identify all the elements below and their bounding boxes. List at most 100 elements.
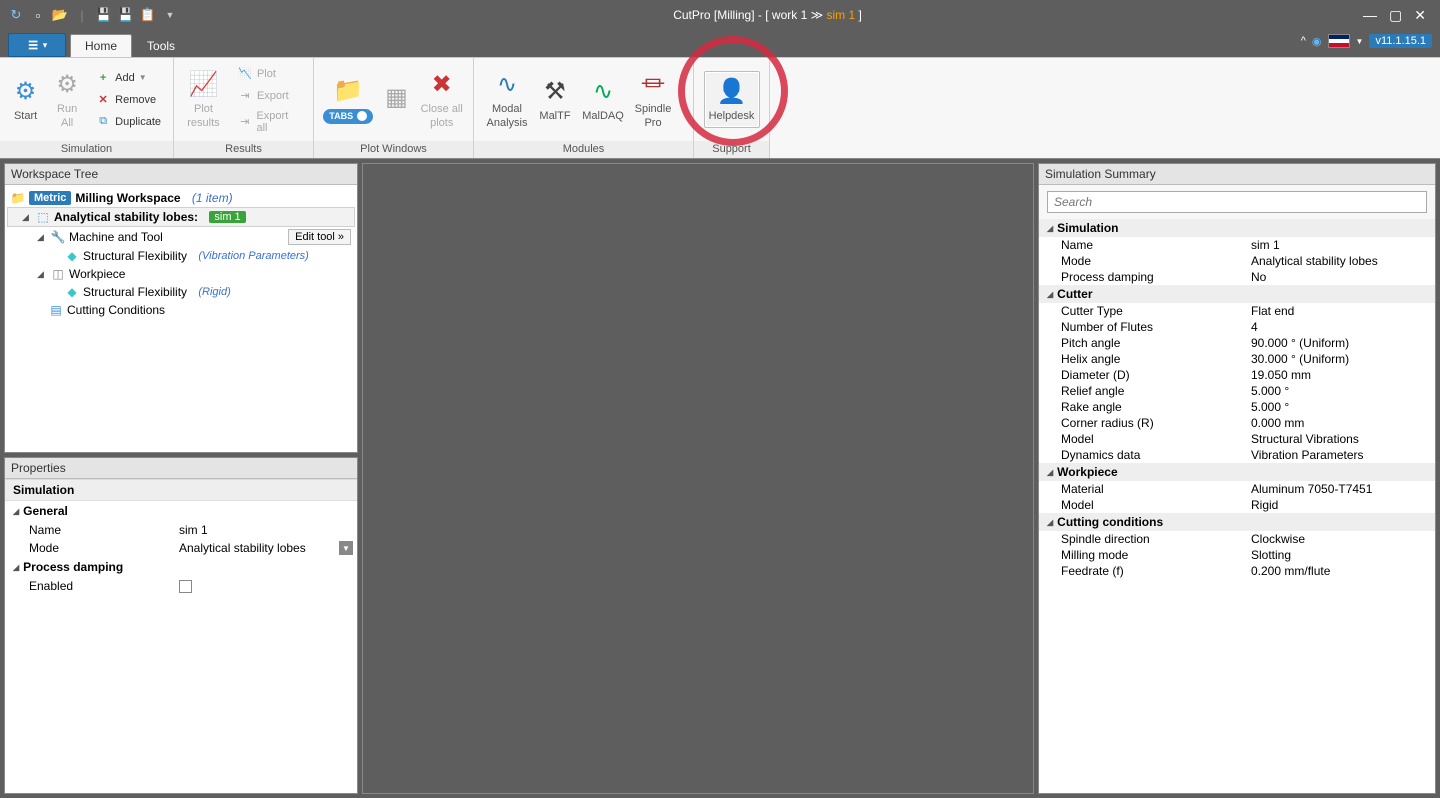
flag-dropdown-icon[interactable]: ▼ bbox=[1356, 37, 1364, 46]
summary-row: Pitch angle90.000 ° (Uniform) bbox=[1039, 335, 1435, 351]
x-icon: ✕ bbox=[95, 92, 111, 108]
grid-icon: ▦ bbox=[380, 83, 412, 115]
summary-title: Simulation Summary bbox=[1039, 164, 1435, 185]
sum-cat-workpiece[interactable]: Workpiece bbox=[1039, 463, 1435, 481]
duplicate-button[interactable]: ⧉Duplicate bbox=[91, 112, 165, 132]
maltf-button[interactable]: ⚒MalTF bbox=[534, 76, 576, 123]
plot-results-button[interactable]: 📈 Plot results bbox=[182, 69, 225, 129]
ribbon: ⚙ Start ⚙ Run All +Add ▼ ✕Remove ⧉Duplic… bbox=[0, 57, 1440, 159]
wrench-icon: 🔧 bbox=[51, 230, 65, 244]
tile-button[interactable]: ▦ bbox=[382, 83, 410, 117]
prop-mode[interactable]: ModeAnalytical stability lobes▼ bbox=[5, 539, 357, 557]
tabs-mode-button[interactable]: 📁 TABS bbox=[322, 75, 374, 124]
main-canvas bbox=[362, 163, 1034, 794]
list-icon: ▤ bbox=[49, 303, 63, 317]
group-label-simulation: Simulation bbox=[0, 141, 173, 158]
tree-cutting-conditions[interactable]: ▤ Cutting Conditions bbox=[7, 301, 355, 319]
window-title: CutPro [Milling] - [ work 1 ≫ sim 1 ] bbox=[186, 8, 1349, 22]
add-button[interactable]: +Add ▼ bbox=[91, 68, 165, 88]
prop-category-process-damping[interactable]: Process damping bbox=[5, 557, 357, 577]
close-all-plots-button[interactable]: ✖ Close all plots bbox=[418, 69, 465, 129]
sum-cat-cutting[interactable]: Cutting conditions bbox=[1039, 513, 1435, 531]
export-all-icon: ⇥ bbox=[237, 114, 253, 130]
folder-icon: 📁 bbox=[332, 75, 364, 107]
close-red-icon: ✖ bbox=[426, 69, 458, 101]
tree-struct-flex-tool[interactable]: ◆ Structural Flexibility (Vibration Para… bbox=[7, 247, 355, 265]
dropdown-icon[interactable]: ▼ bbox=[339, 541, 353, 555]
tree-root[interactable]: 📁 Metric Milling Workspace (1 item) bbox=[7, 189, 355, 207]
start-button[interactable]: ⚙ Start bbox=[8, 76, 43, 123]
sum-cat-simulation[interactable]: Simulation bbox=[1039, 219, 1435, 237]
workspace-tree-panel: Workspace Tree 📁 Metric Milling Workspac… bbox=[4, 163, 358, 453]
box-icon: ◫ bbox=[51, 267, 65, 281]
quick-access-toolbar: ↻ ▫ 📂 | 💾 💾 📋 ▼ bbox=[0, 7, 186, 23]
helpdesk-button[interactable]: 👤 Helpdesk bbox=[704, 71, 760, 128]
prop-category-general[interactable]: General bbox=[5, 501, 357, 521]
language-flag-icon[interactable] bbox=[1328, 34, 1350, 48]
summary-row: Rake angle5.000 ° bbox=[1039, 399, 1435, 415]
mode-select[interactable]: Analytical stability lobes▼ bbox=[179, 541, 357, 555]
qat-paste-icon[interactable]: 📋 bbox=[140, 7, 156, 23]
expander-icon[interactable]: ◢ bbox=[37, 232, 47, 243]
qat-new-icon[interactable]: ▫ bbox=[30, 7, 46, 23]
expander-icon[interactable]: ◢ bbox=[22, 212, 32, 223]
maldaq-button[interactable]: ∿MalDAQ bbox=[578, 76, 628, 123]
remove-button[interactable]: ✕Remove bbox=[91, 90, 165, 110]
export-button[interactable]: ⇥Export bbox=[233, 86, 305, 106]
tab-tools[interactable]: Tools bbox=[132, 34, 190, 57]
summary-row: ModelStructural Vibrations bbox=[1039, 431, 1435, 447]
tree-workpiece[interactable]: ◢ ◫ Workpiece bbox=[7, 265, 355, 283]
qat-open-icon[interactable]: 📂 bbox=[52, 7, 68, 23]
export-all-button[interactable]: ⇥Export all bbox=[233, 108, 305, 136]
qat-recycle-icon[interactable]: ↻ bbox=[8, 7, 24, 23]
group-label-modules: Modules bbox=[474, 141, 693, 158]
workspace-icon: 📁 bbox=[11, 191, 25, 205]
helpdesk-icon: 👤 bbox=[716, 76, 748, 108]
maximize-button[interactable]: ▢ bbox=[1389, 7, 1402, 24]
summary-search-input[interactable] bbox=[1047, 191, 1427, 213]
summary-row: Feedrate (f)0.200 mm/flute bbox=[1039, 563, 1435, 579]
enabled-checkbox[interactable] bbox=[179, 580, 192, 593]
edit-tool-button[interactable]: Edit tool» bbox=[288, 229, 351, 245]
tree-machine-tool[interactable]: ◢ 🔧 Machine and Tool Edit tool» bbox=[7, 227, 355, 247]
spindle-pro-button[interactable]: ⏛Spindle Pro bbox=[630, 69, 676, 129]
tabs-toggle[interactable]: TABS bbox=[323, 109, 373, 124]
hammer-icon: ⚒ bbox=[539, 76, 571, 108]
summary-row: Corner radius (R)0.000 mm bbox=[1039, 415, 1435, 431]
summary-row: Diameter (D)19.050 mm bbox=[1039, 367, 1435, 383]
file-menu-button[interactable]: ▾ bbox=[8, 33, 66, 57]
wave-icon: ∿ bbox=[587, 76, 619, 108]
simulation-summary-panel: Simulation Summary Simulation Namesim 1M… bbox=[1038, 163, 1436, 794]
qat-save-icon[interactable]: 💾 bbox=[96, 7, 112, 23]
minimize-button[interactable]: — bbox=[1363, 7, 1377, 24]
plus-icon: + bbox=[95, 70, 111, 86]
qat-saveall-icon[interactable]: 💾 bbox=[118, 7, 134, 23]
summary-row: ModeAnalytical stability lobes bbox=[1039, 253, 1435, 269]
tree-struct-flex-wp[interactable]: ◆ Structural Flexibility (Rigid) bbox=[7, 283, 355, 301]
modal-analysis-button[interactable]: ∿Modal Analysis bbox=[482, 69, 532, 129]
version-badge: v11.1.15.1 bbox=[1369, 34, 1432, 48]
plot-button[interactable]: 📉Plot bbox=[233, 64, 305, 84]
workspace-tree-title: Workspace Tree bbox=[5, 164, 357, 185]
properties-header: Simulation bbox=[5, 479, 357, 501]
prop-name[interactable]: Namesim 1 bbox=[5, 521, 357, 539]
tree-sim-node[interactable]: ◢ ⬚ Analytical stability lobes: sim 1 bbox=[7, 207, 355, 227]
summary-row: Namesim 1 bbox=[1039, 237, 1435, 253]
help-icon[interactable]: ◉ bbox=[1312, 35, 1322, 48]
line-chart-icon: 📉 bbox=[237, 66, 253, 82]
qat-dropdown-icon[interactable]: ▼ bbox=[162, 7, 178, 23]
prop-enabled[interactable]: Enabled bbox=[5, 577, 357, 595]
chart-icon: 📈 bbox=[187, 69, 219, 101]
group-label-support: Support bbox=[694, 141, 769, 158]
close-button[interactable]: ✕ bbox=[1414, 7, 1426, 24]
expander-icon[interactable]: ◢ bbox=[37, 269, 47, 280]
sum-cat-cutter[interactable]: Cutter bbox=[1039, 285, 1435, 303]
spindle-icon: ⏛ bbox=[637, 69, 669, 101]
run-all-button[interactable]: ⚙ Run All bbox=[51, 69, 83, 129]
collapse-ribbon-icon[interactable]: ^ bbox=[1301, 35, 1306, 47]
workspace-tree[interactable]: 📁 Metric Milling Workspace (1 item) ◢ ⬚ … bbox=[5, 185, 357, 452]
group-label-plotwindows: Plot Windows bbox=[314, 141, 473, 158]
tab-home[interactable]: Home bbox=[70, 34, 132, 57]
diamond-icon: ◆ bbox=[65, 285, 79, 299]
export-icon: ⇥ bbox=[237, 88, 253, 104]
